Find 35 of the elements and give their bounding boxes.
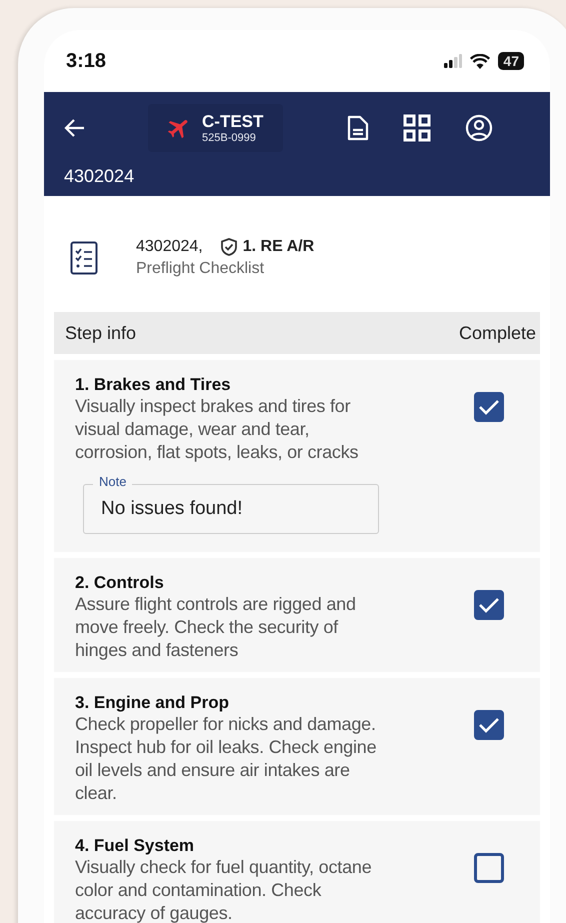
- complete-checkbox[interactable]: [474, 710, 504, 740]
- step-description: Visually inspect brakes and tires for visual damage, wear and tear, corrosion, flat spots, leaks, or cracks: [75, 395, 360, 464]
- step-description: Visually check for fuel quantity, octane color and contamination. Check accuracy of gauges.: [75, 856, 373, 923]
- step-title: 3. Engine and Prop: [75, 692, 230, 713]
- step-description: Assure flight controls are rigged and move freely. Check the security of hinges and fasteners: [75, 593, 357, 662]
- note-label: Note: [93, 474, 132, 489]
- work-order-label: 4302024,: [136, 238, 203, 256]
- signal-icon: [444, 54, 462, 68]
- checklist-icon: [70, 241, 98, 275]
- aircraft-selector[interactable]: C-TEST 525B-0999: [148, 104, 284, 152]
- wifi-icon: [470, 54, 490, 68]
- work-order-number: 4302024: [64, 166, 136, 187]
- checkmark-icon: [478, 398, 500, 416]
- complete-checkbox[interactable]: [474, 590, 504, 620]
- step-title: 4. Fuel System: [75, 835, 196, 856]
- grid-icon[interactable]: [403, 114, 432, 142]
- document-icon[interactable]: [347, 115, 370, 141]
- checkmark-icon: [478, 716, 500, 734]
- step-label: 1. RE A/R: [242, 238, 314, 256]
- status-time: 3:18: [66, 50, 106, 72]
- back-arrow-icon[interactable]: [64, 118, 86, 138]
- battery-level: 47: [498, 52, 524, 70]
- complete-checkbox[interactable]: [474, 853, 504, 883]
- shield-check-icon: [220, 238, 237, 256]
- column-header: Step info: [65, 322, 136, 344]
- checklist-title: Preflight Checklist: [136, 260, 266, 278]
- complete-checkbox[interactable]: [474, 392, 504, 422]
- column-header: Complete: [458, 322, 536, 344]
- aircraft-name: C-TEST: [202, 112, 264, 132]
- checkmark-icon: [478, 596, 500, 614]
- account-icon[interactable]: [465, 114, 494, 142]
- aircraft-serial: 525B-0999: [202, 132, 257, 144]
- step-description: Check propeller for nicks and damage. Inspect hub for oil leaks. Check engine oil levels and ensure air intakes are clear.: [75, 713, 378, 805]
- step-title: 2. Controls: [75, 572, 165, 593]
- step-title: 1. Brakes and Tires: [75, 374, 232, 395]
